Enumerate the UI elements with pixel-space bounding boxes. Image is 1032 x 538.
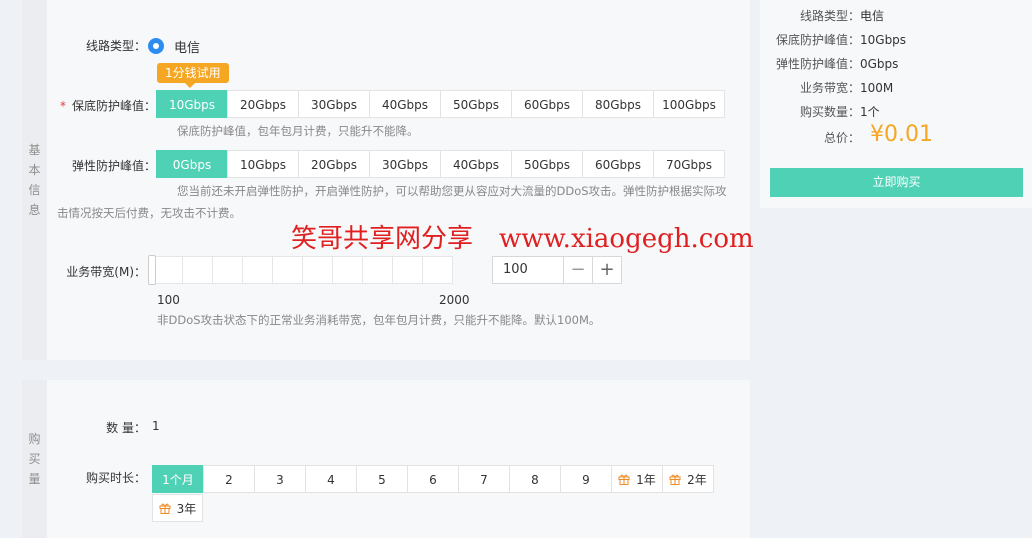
- elastic-option-3[interactable]: 30Gbps: [369, 150, 441, 178]
- guarantee-option-4[interactable]: 50Gbps: [440, 90, 512, 118]
- summary-row-key: 业务带宽：: [799, 81, 860, 95]
- elastic-option-0[interactable]: 0Gbps: [156, 150, 228, 178]
- guarantee-label-text: 保底防护峰值：: [71, 99, 156, 113]
- elastic-option-6[interactable]: 60Gbps: [582, 150, 654, 178]
- summary-row: 弹性防护峰值：0Gbps: [760, 55, 898, 72]
- duration-options: 1个月 2 3 4 5 6 7 8 9 1年 2年: [152, 465, 714, 493]
- bandwidth-increment-button[interactable]: +: [592, 257, 621, 283]
- line-type-label: 线路类型：: [85, 39, 146, 53]
- bandwidth-slider-track[interactable]: [152, 256, 453, 284]
- line-type-value: 电信: [174, 41, 201, 56]
- summary-row: 业务带宽：100M: [760, 79, 893, 96]
- summary-row: 购买数量：1个: [760, 103, 880, 120]
- elastic-option-4[interactable]: 40Gbps: [440, 150, 512, 178]
- duration-option-0[interactable]: 1个月: [152, 465, 204, 493]
- bandwidth-max-label: 2000: [439, 293, 470, 307]
- elastic-options: 0Gbps 10Gbps 20Gbps 30Gbps 40Gbps 50Gbps 60Gbp…: [156, 150, 725, 178]
- bandwidth-label: 业务带宽(M)：: [66, 265, 146, 279]
- gift-icon: [669, 474, 681, 485]
- duration-option-3[interactable]: 4: [305, 465, 357, 493]
- duration-option-2[interactable]: 3: [254, 465, 306, 493]
- guarantee-options: 10Gbps 20Gbps 30Gbps 40Gbps 50Gbps 60Gbps 80Gb…: [156, 90, 725, 118]
- duration-options-row2: 3年: [152, 494, 203, 522]
- elastic-option-7[interactable]: 70Gbps: [653, 150, 725, 178]
- quantity-label: 数 量：: [106, 421, 146, 435]
- duration-label: 购买时长：: [85, 471, 146, 485]
- guarantee-hint: 保底防护峰值，包年包月计费，只能升不能降。: [177, 124, 419, 138]
- required-mark: *: [59, 99, 66, 113]
- bandwidth-input[interactable]: 100: [493, 257, 563, 283]
- bandwidth-stepper: 100 − +: [492, 256, 622, 284]
- duration-option-6[interactable]: 7: [458, 465, 510, 493]
- guarantee-option-0[interactable]: 10Gbps: [156, 90, 228, 118]
- elastic-option-2[interactable]: 20Gbps: [298, 150, 370, 178]
- guarantee-option-6[interactable]: 80Gbps: [582, 90, 654, 118]
- watermark-text: 笑哥共享网分享 www.xiaogegh.com: [291, 224, 754, 254]
- summary-row-key: 保底防护峰值：: [775, 33, 860, 47]
- summary-row-value: 100M: [860, 81, 894, 95]
- total-price-label: 总价：: [823, 131, 860, 145]
- guarantee-option-5[interactable]: 60Gbps: [511, 90, 583, 118]
- purchase-side-label: 购 买 量: [22, 380, 47, 538]
- total-price-value: ¥0.01: [870, 122, 933, 147]
- guarantee-option-7[interactable]: 100Gbps: [653, 90, 725, 118]
- summary-row-value: 1个: [860, 105, 880, 119]
- purchase-panel: [22, 380, 750, 538]
- basic-info-side-label: 基 本 信 息: [22, 0, 47, 360]
- summary-row-key: 线路类型：: [799, 9, 860, 23]
- guarantee-option-1[interactable]: 20Gbps: [227, 90, 299, 118]
- summary-row-key: 弹性防护峰值：: [775, 57, 860, 71]
- duration-option-7[interactable]: 8: [509, 465, 561, 493]
- elastic-option-5[interactable]: 50Gbps: [511, 150, 583, 178]
- duration-option-1[interactable]: 2: [203, 465, 255, 493]
- bandwidth-slider-handle[interactable]: [148, 255, 156, 285]
- guarantee-option-2[interactable]: 30Gbps: [298, 90, 370, 118]
- bandwidth-min-label: 100: [157, 293, 180, 307]
- elastic-hint-line1: 您当前还未开启弹性防护，开启弹性防护，可以帮助您更从容应对大流量的DDoS攻击。…: [177, 184, 727, 198]
- quantity-value: 1: [152, 419, 160, 433]
- summary-row-value: 10Gbps: [860, 33, 907, 47]
- duration-option-11[interactable]: 3年: [152, 494, 203, 522]
- gift-icon: [159, 503, 171, 514]
- bandwidth-decrement-button[interactable]: −: [563, 257, 592, 283]
- guarantee-label: * 保底防护峰值：: [50, 97, 156, 114]
- summary-row: 保底防护峰值：10Gbps: [760, 31, 906, 48]
- duration-option-8[interactable]: 9: [560, 465, 612, 493]
- summary-row: 线路类型：电信: [760, 7, 884, 24]
- buy-now-button[interactable]: 立即购买: [770, 168, 1023, 197]
- line-type-radio[interactable]: [148, 38, 164, 54]
- elastic-option-1[interactable]: 10Gbps: [227, 150, 299, 178]
- gift-icon: [618, 474, 630, 485]
- elastic-label: 弹性防护峰值：: [71, 159, 156, 173]
- summary-row-value: 电信: [860, 9, 885, 23]
- promo-badge: 1分钱试用: [157, 63, 229, 88]
- summary-row-key: 购买数量：: [799, 105, 860, 119]
- bandwidth-hint: 非DDoS攻击状态下的正常业务消耗带宽，包年包月计费，只能升不能降。默认100M…: [157, 313, 601, 327]
- duration-option-10[interactable]: 2年: [662, 465, 714, 493]
- duration-option-4[interactable]: 5: [356, 465, 408, 493]
- guarantee-option-3[interactable]: 40Gbps: [369, 90, 441, 118]
- summary-row-value: 0Gbps: [860, 57, 899, 71]
- duration-option-9[interactable]: 1年: [611, 465, 663, 493]
- elastic-hint-line2: 击情况按天后付费，无攻击不计费。: [57, 206, 241, 220]
- duration-option-5[interactable]: 6: [407, 465, 459, 493]
